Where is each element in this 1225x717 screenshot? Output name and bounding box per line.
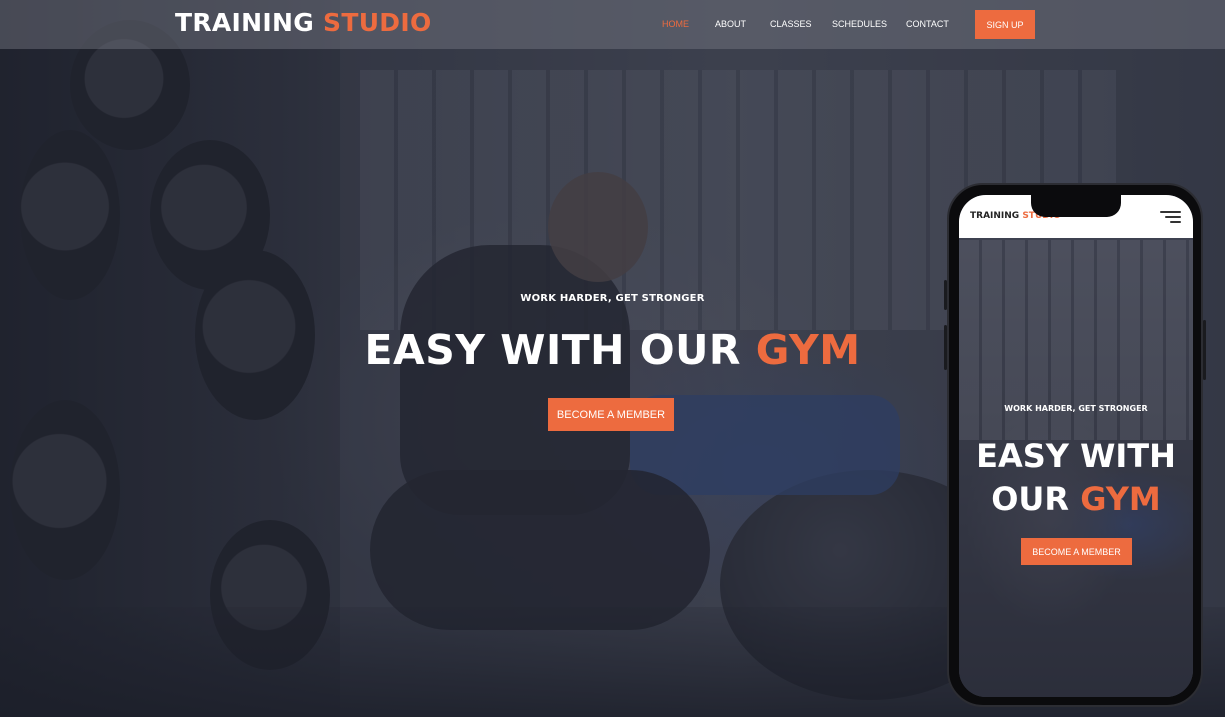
mobile-hero-headline: EASY WITH OUR GYM xyxy=(959,435,1193,521)
mobile-become-member-button[interactable]: BECOME A MEMBER xyxy=(1021,538,1132,565)
mobile-headline-line1: EASY WITH xyxy=(976,437,1176,475)
mobile-headline-line2-main: OUR xyxy=(991,480,1070,518)
phone-mockup: TRAINING STUDIO WORK HARDER, GET STRONGE… xyxy=(944,183,1206,707)
mobile-headline-line2: OUR GYM xyxy=(959,478,1193,521)
site-header: TRAINING STUDIO HOME ABOUT CLASSES SCHED… xyxy=(0,0,1225,49)
mobile-logo-main: TRAINING xyxy=(970,211,1020,221)
hamburger-menu-icon[interactable] xyxy=(1160,211,1181,224)
nav-item-classes[interactable]: CLASSES xyxy=(770,19,812,29)
site-logo[interactable]: TRAINING STUDIO xyxy=(175,8,432,37)
nav-item-contact[interactable]: CONTACT xyxy=(906,19,949,29)
mobile-hero-kicker: WORK HARDER, GET STRONGER xyxy=(1004,404,1148,413)
signup-button[interactable]: SIGN UP xyxy=(975,10,1035,39)
nav-item-schedules[interactable]: SCHEDULES xyxy=(832,19,887,29)
phone-screen: TRAINING STUDIO WORK HARDER, GET STRONGE… xyxy=(959,195,1193,697)
nav-item-home[interactable]: HOME xyxy=(662,19,689,29)
mobile-headline-line2-accent: GYM xyxy=(1080,480,1161,518)
become-member-button[interactable]: BECOME A MEMBER xyxy=(548,398,674,431)
nav-item-about[interactable]: ABOUT xyxy=(715,19,746,29)
logo-accent-text: STUDIO xyxy=(323,8,432,37)
hero-headline-accent: GYM xyxy=(755,326,861,374)
logo-main-text: TRAINING xyxy=(175,8,315,37)
phone-notch xyxy=(1031,195,1121,217)
phone-side-button xyxy=(944,325,947,370)
phone-side-button xyxy=(944,280,947,310)
phone-side-button xyxy=(1203,320,1206,380)
hero-headline-main: EASY WITH OUR xyxy=(364,326,741,374)
